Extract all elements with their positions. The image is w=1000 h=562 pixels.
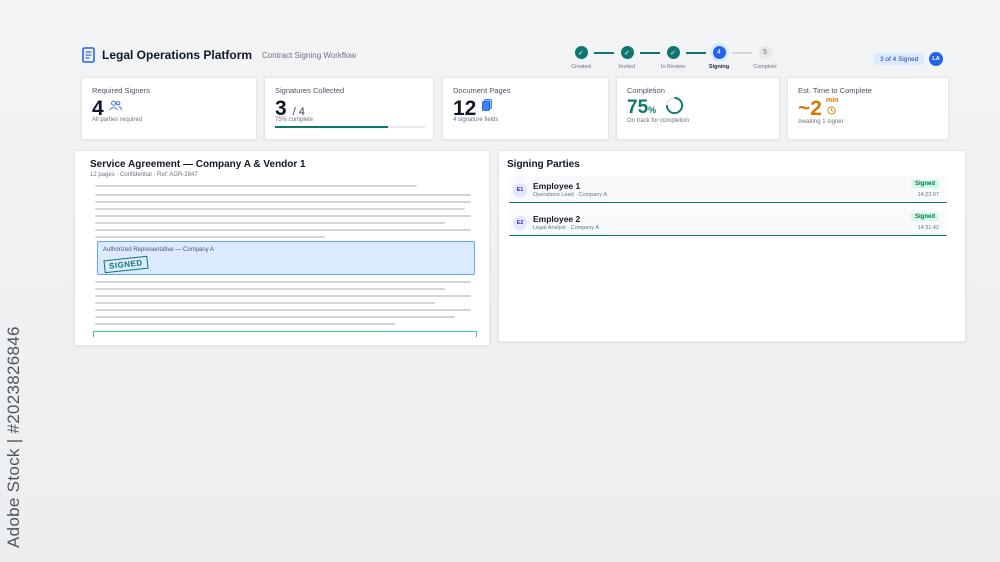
step-connector <box>686 52 706 54</box>
stat-label: Document Pages <box>453 86 511 95</box>
signed-status-badge: Signed <box>910 180 939 188</box>
app-title: Legal Operations Platform <box>102 48 253 62</box>
step-complete[interactable]: 5 Complete <box>752 46 778 70</box>
step-in-review[interactable]: ✓ In Review <box>660 46 686 70</box>
text-line <box>95 201 471 203</box>
stat-required-signers: Required Signers 4 All parties required <box>81 77 257 140</box>
app-header: Legal Operations Platform Contract Signi… <box>70 40 950 70</box>
stat-number: 75 <box>627 97 649 118</box>
text-line <box>95 295 471 297</box>
clock-icon <box>827 106 836 115</box>
signer-role: Legal Analyst · Company A <box>533 225 600 231</box>
text-line <box>95 323 395 325</box>
document-title: Service Agreement — Company A & Vendor 1 <box>90 159 306 170</box>
stat-unit: min <box>826 97 839 104</box>
stat-document-pages: Document Pages 12 4 signature fields <box>442 77 609 140</box>
step-label: Invited <box>618 64 636 70</box>
signed-stamp: SIGNED <box>103 255 149 274</box>
signing-parties-panel: Signing Parties E1 Employee 1 Operations… <box>498 150 966 342</box>
step-label: In Review <box>660 64 686 70</box>
text-line <box>95 229 471 231</box>
workflow-stepper: ✓ Created ✓ Invited ✓ In Review 4 Signin… <box>568 46 778 70</box>
stat-value: ~2 <box>798 97 822 120</box>
document-panel: Service Agreement — Company A & Vendor 1… <box>74 150 490 346</box>
stock-watermark: Adobe Stock | #2023826846 <box>4 326 23 548</box>
signature-progress-bar <box>275 126 425 128</box>
text-line <box>95 194 471 196</box>
progress-fill <box>275 126 388 128</box>
stat-signatures-collected: Signatures Collected 3/ 4 75% complete <box>264 77 434 140</box>
check-icon: ✓ <box>666 46 680 59</box>
text-line <box>95 236 325 238</box>
signature-field-company-a[interactable]: Authorized Representative — Company A SI… <box>97 241 475 275</box>
signature-field-next[interactable] <box>93 331 477 337</box>
stat-sub: 4 signature fields <box>453 117 499 123</box>
stat-eta: Est. Time to Complete ~2 min Awaiting 1 … <box>787 77 949 140</box>
text-line <box>95 316 455 318</box>
text-line <box>95 281 471 283</box>
document-icon <box>82 47 95 63</box>
signer-name: Employee 1 <box>533 181 581 191</box>
text-line <box>95 185 417 187</box>
step-label: Complete <box>753 64 777 70</box>
stat-value: 75% <box>627 97 656 119</box>
step-label: Created <box>571 64 591 70</box>
step-connector <box>732 52 752 54</box>
document-meta: 12 pages · Confidential · Ref: AGR-2847 <box>90 172 198 178</box>
signer-name: Employee 2 <box>533 214 581 224</box>
stat-completion: Completion 75% On track for completion <box>616 77 780 140</box>
stat-label: Required Signers <box>92 86 150 95</box>
signature-field-label: Authorized Representative — Company A <box>103 247 215 253</box>
step-connector <box>640 52 660 54</box>
signed-status-badge: Signed <box>910 213 939 221</box>
app-stage: Legal Operations Platform Contract Signi… <box>0 0 1000 562</box>
stat-label: Signatures Collected <box>275 86 345 95</box>
stat-sub: On track for completion <box>627 118 690 124</box>
text-line <box>95 309 471 311</box>
signers-title: Signing Parties <box>507 159 580 170</box>
signer-row[interactable]: E2 Employee 2 Legal Analyst · Company A … <box>509 209 947 236</box>
stat-sub: Awaiting 1 signer <box>798 119 844 125</box>
check-icon: ✓ <box>620 46 634 59</box>
signed-timestamp: 14:31:42 <box>917 225 939 231</box>
stat-sub: All parties required <box>92 117 143 123</box>
text-line <box>95 208 465 210</box>
check-icon: ✓ <box>574 46 588 59</box>
app-subtitle: Contract Signing Workflow <box>262 50 357 60</box>
document-copy-icon <box>482 99 492 111</box>
text-line <box>95 302 435 304</box>
users-icon <box>109 100 122 111</box>
completion-ring <box>665 96 684 115</box>
stat-label: Completion <box>627 86 665 95</box>
user-avatar[interactable]: LA <box>929 52 943 66</box>
signer-avatar: E1 <box>513 183 527 197</box>
signed-count-badge: 3 of 4 Signed <box>874 53 925 65</box>
step-number: 5 <box>758 46 772 59</box>
stat-label: Est. Time to Complete <box>798 86 872 95</box>
step-invited[interactable]: ✓ Invited <box>614 46 640 70</box>
text-line <box>95 288 445 290</box>
stat-unit: % <box>648 105 657 115</box>
step-created[interactable]: ✓ Created <box>568 46 594 70</box>
signed-timestamp: 14:23:07 <box>917 192 939 198</box>
signer-avatar: E2 <box>513 216 527 230</box>
step-signing[interactable]: 4 Signing <box>706 46 732 70</box>
signer-row[interactable]: E1 Employee 1 Operations Lead · Company … <box>509 176 947 203</box>
step-number: 4 <box>712 46 726 59</box>
text-line <box>95 222 445 224</box>
step-label: Signing <box>708 64 730 70</box>
step-connector <box>594 52 614 54</box>
stat-sub: 75% complete <box>275 117 314 123</box>
signer-role: Operations Lead · Company A <box>533 192 607 198</box>
text-line <box>95 215 471 217</box>
